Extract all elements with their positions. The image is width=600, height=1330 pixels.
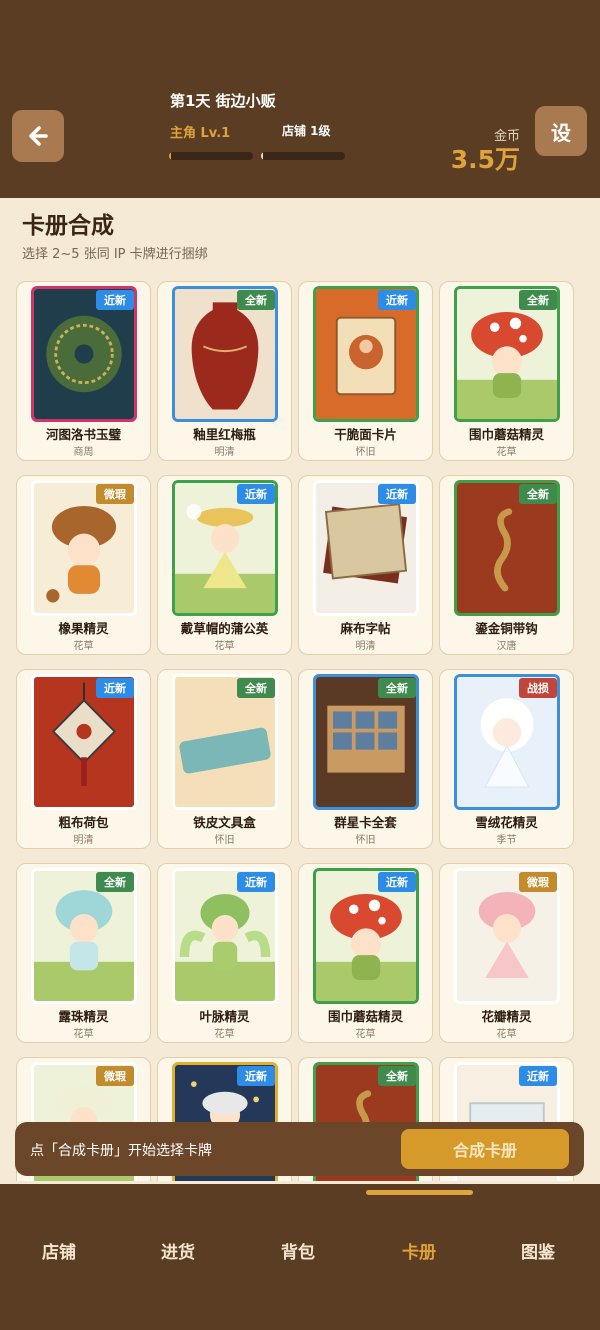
card-item[interactable]: 近新戴草帽的蒲公英花草 xyxy=(157,475,292,655)
card-item[interactable]: 全新露珠精灵花草 xyxy=(16,863,151,1043)
nav-item-restock[interactable]: 进货 xyxy=(138,1238,218,1263)
card-name: 铁皮文具盒 xyxy=(193,815,256,830)
card-item[interactable]: 微瑕橡果精灵花草 xyxy=(16,475,151,655)
condition-badge: 近新 xyxy=(96,290,134,310)
condition-badge: 全新 xyxy=(519,290,557,310)
back-button[interactable] xyxy=(12,110,64,162)
condition-badge: 微瑕 xyxy=(96,1066,134,1086)
card-ip-tag: 花草 xyxy=(214,641,235,652)
card-ip-tag: 花草 xyxy=(73,641,94,652)
page-subtitle: 选择 2~5 张同 IP 卡牌进行捆绑 xyxy=(22,247,208,262)
condition-badge: 近新 xyxy=(237,484,275,504)
card-ip-tag: 明清 xyxy=(73,835,94,846)
merge-hint: 点「合成卡册」开始选择卡牌 xyxy=(30,1143,212,1159)
card-name: 雪绒花精灵 xyxy=(475,815,538,830)
condition-badge: 全新 xyxy=(237,678,275,698)
card-ip-tag: 怀旧 xyxy=(355,835,376,846)
card-name: 围巾蘑菇精灵 xyxy=(327,1009,403,1024)
card-name: 围巾蘑菇精灵 xyxy=(468,427,544,442)
condition-badge: 近新 xyxy=(378,484,416,504)
condition-badge: 战损 xyxy=(519,678,557,698)
card-ip-tag: 花草 xyxy=(355,1029,376,1040)
card-item[interactable]: 近新粗布荷包明清 xyxy=(16,669,151,849)
condition-badge: 近新 xyxy=(96,678,134,698)
condition-badge: 全新 xyxy=(96,872,134,892)
merge-album-button[interactable]: 合成卡册 xyxy=(401,1129,569,1169)
condition-badge: 全新 xyxy=(237,290,275,310)
card-name: 群星卡全套 xyxy=(334,815,397,830)
top-bar: 第1天 街边小贩 主角 Lv.1 店铺 1级 金币 3.5万 设 xyxy=(0,0,600,198)
card-name: 鎏金铜带钩 xyxy=(475,621,538,636)
card-item[interactable]: 微瑕花瓣精灵花草 xyxy=(439,863,574,1043)
card-grid: 近新 河图洛书玉璧 商周 全新 釉里红梅瓶 明清 近新 干脆面卡片 怀旧 全新 围巾蘑菇精灵 花草 微瑕… xyxy=(16,281,576,1181)
bottom-nav: 店铺 进货 背包 卡册 图鉴 xyxy=(0,1184,600,1330)
card-ip-tag: 季节 xyxy=(496,835,517,846)
condition-badge: 微瑕 xyxy=(96,484,134,504)
condition-badge: 全新 xyxy=(519,484,557,504)
coin-value: 3.5万 xyxy=(450,145,520,174)
card-item[interactable]: 近新干脆面卡片怀旧 xyxy=(298,281,433,461)
condition-badge: 全新 xyxy=(378,678,416,698)
arrow-left-icon xyxy=(29,126,48,146)
condition-badge: 全新 xyxy=(378,1066,416,1086)
card-ip-tag: 花草 xyxy=(496,447,517,458)
card-item[interactable]: 战损雪绒花精灵季节 xyxy=(439,669,574,849)
shop-level: 店铺 1级 xyxy=(282,124,331,138)
card-item[interactable]: 近新河图洛书玉璧商周 xyxy=(16,281,151,461)
page-title: 卡册合成 xyxy=(22,213,114,239)
card-ip-tag: 商周 xyxy=(73,447,94,458)
card-item[interactable]: 近新围巾蘑菇精灵花草 xyxy=(298,863,433,1043)
nav-item-shop[interactable]: 店铺 xyxy=(19,1238,99,1263)
card-ip-tag: 怀旧 xyxy=(355,447,376,458)
card-name: 麻布字帖 xyxy=(340,621,391,636)
card-name: 橡果精灵 xyxy=(58,621,109,636)
card-name: 釉里红梅瓶 xyxy=(193,427,256,442)
card-item[interactable]: 近新麻布字帖明清 xyxy=(298,475,433,655)
condition-badge: 近新 xyxy=(519,1066,557,1086)
card-ip-tag: 花草 xyxy=(496,1029,517,1040)
settings-button[interactable]: 设 xyxy=(535,106,587,156)
card-item[interactable]: 全新群星卡全套怀旧 xyxy=(298,669,433,849)
card-name: 粗布荷包 xyxy=(58,815,109,830)
card-ip-tag: 花草 xyxy=(214,1029,235,1040)
nav-item-codex[interactable]: 图鉴 xyxy=(498,1238,578,1263)
condition-badge: 近新 xyxy=(378,872,416,892)
nav-active-indicator xyxy=(366,1190,473,1195)
card-item[interactable]: 全新围巾蘑菇精灵花草 xyxy=(439,281,574,461)
card-ip-tag: 明清 xyxy=(355,641,376,652)
role-xp-bar xyxy=(169,152,253,160)
card-item[interactable]: 全新釉里红梅瓶明清 xyxy=(157,281,292,461)
card-name: 花瓣精灵 xyxy=(481,1009,532,1024)
condition-badge: 微瑕 xyxy=(519,872,557,892)
card-ip-tag: 汉唐 xyxy=(496,641,517,652)
condition-badge: 近新 xyxy=(237,1066,275,1086)
nav-item-bag[interactable]: 背包 xyxy=(258,1238,338,1263)
card-ip-tag: 明清 xyxy=(214,447,235,458)
role-level: 主角 Lv.1 xyxy=(170,126,231,141)
nav-item-album[interactable]: 卡册 xyxy=(379,1238,459,1263)
card-ip-tag: 花草 xyxy=(73,1029,94,1040)
card-ip-tag: 怀旧 xyxy=(214,835,235,846)
card-name: 露珠精灵 xyxy=(58,1009,109,1024)
merge-action-bar: 点「合成卡册」开始选择卡牌 合成卡册 xyxy=(15,1122,584,1176)
card-item[interactable]: 全新鎏金铜带钩汉唐 xyxy=(439,475,574,655)
card-item[interactable]: 近新叶脉精灵花草 xyxy=(157,863,292,1043)
day-title: 第1天 街边小贩 xyxy=(170,92,276,110)
condition-badge: 近新 xyxy=(237,872,275,892)
card-name: 叶脉精灵 xyxy=(199,1009,250,1024)
condition-badge: 近新 xyxy=(378,290,416,310)
card-name: 河图洛书玉璧 xyxy=(45,427,121,442)
card-item[interactable]: 全新铁皮文具盒怀旧 xyxy=(157,669,292,849)
shop-xp-bar xyxy=(261,152,345,160)
card-name: 干脆面卡片 xyxy=(334,427,397,442)
card-name: 戴草帽的蒲公英 xyxy=(180,621,269,636)
